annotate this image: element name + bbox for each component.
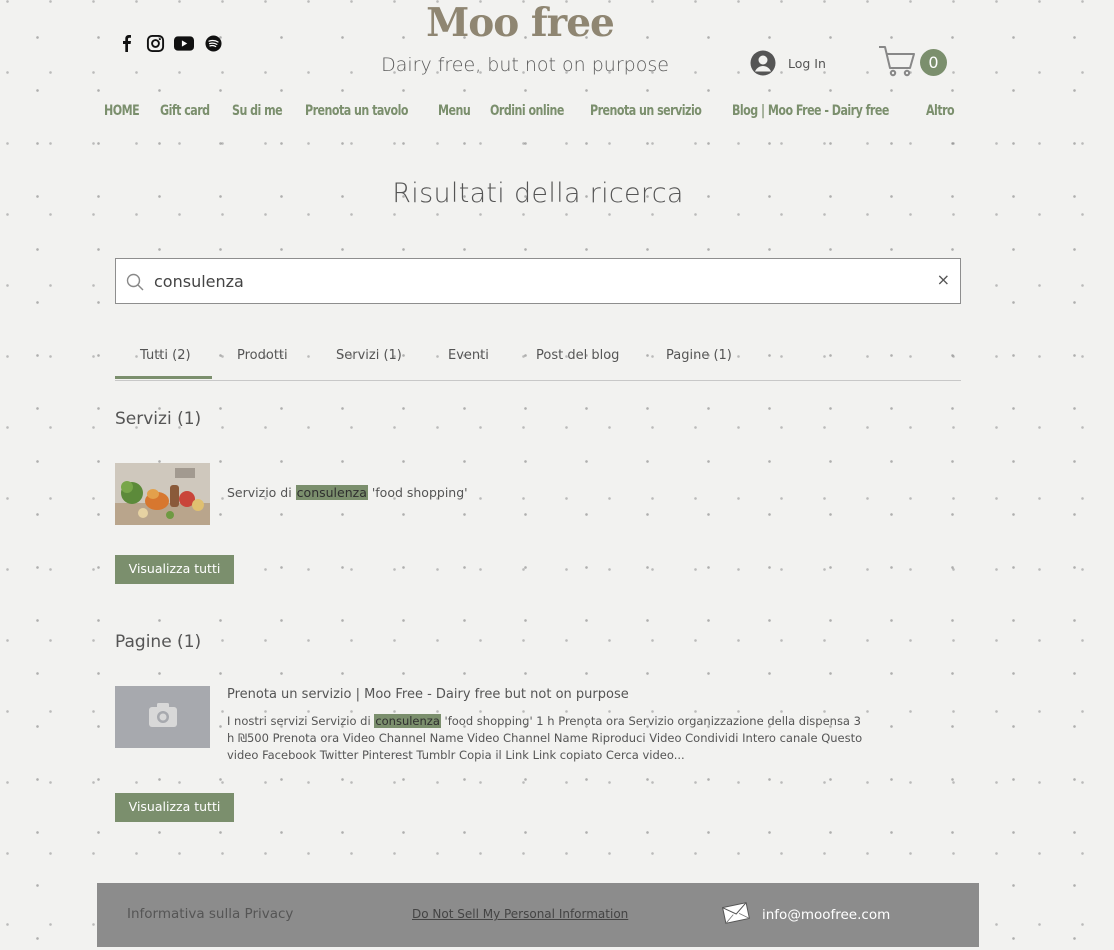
nav-item-blog[interactable]: Blog | Moo Free - Dairy free	[732, 103, 889, 119]
page-result-title[interactable]: Prenota un servizio | Moo Free - Dairy f…	[227, 687, 629, 702]
nav-item-menu[interactable]: Menu	[438, 103, 471, 119]
site-tagline: Dairy free, but not on purpose	[381, 54, 669, 76]
food-photo-image	[115, 463, 210, 525]
search-box: ×	[115, 258, 961, 304]
tab-servizi[interactable]: Servizi (1)	[336, 348, 402, 363]
tab-eventi[interactable]: Eventi	[448, 348, 489, 363]
service-thumbnail[interactable]	[115, 463, 210, 525]
youtube-icon[interactable]	[174, 33, 194, 53]
service-result-link[interactable]: Servizio di consulenza 'food shopping'	[227, 485, 468, 500]
tab-prodotti[interactable]: Prodotti	[237, 348, 288, 363]
tab-post-blog[interactable]: Post del blog	[536, 348, 619, 363]
page-snippet-highlight: consulenza	[374, 714, 441, 728]
facebook-icon[interactable]	[116, 33, 136, 53]
search-icon	[126, 273, 144, 291]
service-result-prefix: Servizio di	[227, 485, 296, 500]
envelope-icon	[722, 902, 750, 924]
social-bar	[116, 33, 223, 53]
active-tab-indicator	[115, 376, 212, 379]
login-button[interactable]: Log In	[750, 50, 826, 76]
login-label: Log In	[788, 55, 826, 71]
cart-count-badge: 0	[920, 49, 947, 76]
tab-pagine[interactable]: Pagine (1)	[666, 348, 732, 363]
site-footer: Informativa sulla Privacy Do Not Sell My…	[97, 883, 979, 947]
site-logo-title[interactable]: Moo free	[420, 0, 620, 46]
privacy-policy-link[interactable]: Informativa sulla Privacy	[127, 906, 293, 922]
nav-item-prenota-servizio[interactable]: Prenota un servizio	[590, 103, 702, 119]
contact-email-link[interactable]: info@moofree.com	[762, 907, 890, 923]
nav-item-prenota-tavolo[interactable]: Prenota un tavolo	[305, 103, 408, 119]
page-result-snippet: I nostri servizi Servizio di consulenza …	[227, 713, 867, 764]
page-snippet-prefix: I nostri servizi Servizio di	[227, 714, 375, 728]
clear-search-icon[interactable]: ×	[937, 270, 950, 289]
cart-icon	[879, 46, 915, 77]
result-tabs: Tutti (2) Prodotti Servizi (1) Eventi Po…	[115, 344, 961, 381]
nav-item-ordini-online[interactable]: Ordini online	[490, 103, 564, 119]
main-nav: HOME Gift card Su di me Prenota un tavol…	[104, 103, 958, 119]
view-all-pages-button[interactable]: Visualizza tutti	[115, 793, 234, 822]
instagram-icon[interactable]	[145, 33, 165, 53]
page-title: Risultati della ricerca	[392, 178, 684, 209]
nav-item-gift-card[interactable]: Gift card	[160, 103, 210, 119]
services-section-title: Servizi (1)	[115, 409, 202, 429]
search-input[interactable]	[154, 267, 924, 295]
page-thumbnail[interactable]	[115, 686, 210, 748]
user-avatar-icon	[750, 50, 776, 76]
service-result-highlight: consulenza	[295, 485, 368, 500]
nav-item-home[interactable]: HOME	[104, 103, 140, 119]
pages-section-title: Pagine (1)	[115, 632, 202, 652]
do-not-sell-link[interactable]: Do Not Sell My Personal Information	[412, 907, 628, 921]
nav-item-altro[interactable]: Altro	[926, 103, 955, 119]
tab-tutti[interactable]: Tutti (2)	[140, 348, 191, 363]
spotify-icon[interactable]	[203, 33, 223, 53]
service-result-suffix: 'food shopping'	[367, 485, 468, 500]
view-all-services-button[interactable]: Visualizza tutti	[115, 555, 234, 584]
nav-item-su-di-me[interactable]: Su di me	[232, 103, 283, 119]
cart-button[interactable]: 0	[878, 44, 950, 80]
camera-placeholder-icon	[115, 686, 210, 748]
